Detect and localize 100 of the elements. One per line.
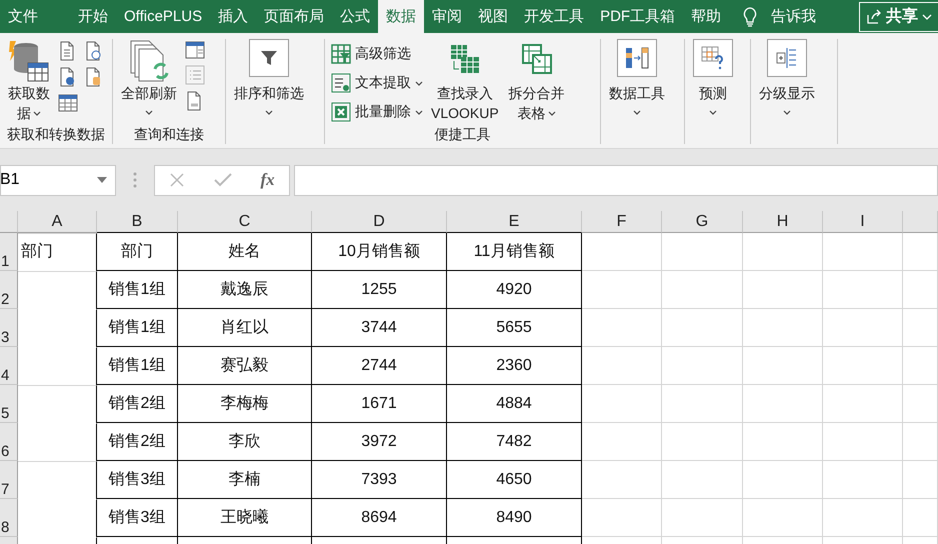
ribbon-button[interactable]: 获取数 据	[6, 39, 52, 126]
ribbon-button[interactable]: 高级筛选	[331, 41, 423, 67]
table-cell: 李梅梅	[178, 385, 312, 423]
column-header[interactable]: G	[662, 211, 743, 233]
empty-cell	[903, 347, 938, 385]
tell-me-search[interactable]: 告诉我	[771, 7, 816, 26]
table-cell: 李欣	[178, 423, 312, 461]
ribbon-button[interactable]: 全部刷新	[119, 39, 179, 126]
column-header[interactable]: E	[447, 211, 582, 233]
row-header[interactable]: 2	[0, 271, 18, 309]
ribbon-button[interactable]: 分级显示	[757, 39, 817, 126]
column-header[interactable]: I	[823, 211, 903, 233]
empty-cell	[903, 499, 938, 537]
table-icon[interactable]	[58, 93, 78, 113]
text-extract-icon	[331, 73, 351, 93]
table-cell: 4920	[447, 271, 582, 309]
table-cell: 10月销售额	[312, 233, 447, 271]
ribbon-tab[interactable]: 文件	[0, 0, 46, 33]
column-header[interactable]: A	[18, 211, 97, 233]
column-header[interactable]: C	[178, 211, 312, 233]
table-cell: 2744	[312, 347, 447, 385]
table-cell: 5655	[447, 309, 582, 347]
empty-cell	[903, 385, 938, 423]
forecast-grid-icon	[693, 39, 733, 77]
table-cell: 4650	[447, 461, 582, 499]
table-cell: 4884	[447, 385, 582, 423]
table-cell: 李楠	[178, 461, 312, 499]
ribbon-tab[interactable]: 插入	[210, 0, 256, 33]
ribbon-tab[interactable]: 数据	[378, 0, 424, 33]
document-database-icon[interactable]	[84, 67, 102, 87]
row-header[interactable]: 4	[0, 347, 18, 385]
split-table-icon	[520, 43, 553, 75]
ribbon-button[interactable]: 拆分合并 表格	[506, 39, 567, 126]
table-cell: 销售3组	[97, 499, 178, 537]
table-cell: 姓名	[178, 233, 312, 271]
column-header[interactable]: H	[743, 211, 823, 233]
column-header[interactable]: D	[312, 211, 447, 233]
table-cell: 2360	[447, 347, 582, 385]
table-cell: 8490	[447, 499, 582, 537]
row-header[interactable]: 7	[0, 461, 18, 499]
table-cell: 部门	[97, 233, 178, 271]
table-cell: 销售2组	[97, 385, 178, 423]
outline-icon	[767, 39, 807, 77]
ribbon-tab[interactable]: 公式	[332, 0, 378, 33]
empty-cell	[903, 309, 938, 347]
table-cell: 肖红以	[178, 309, 312, 347]
lookup-table-icon	[448, 43, 481, 75]
ribbon-tab[interactable]: 开发工具	[516, 0, 592, 33]
table-cell: 销售1组	[97, 271, 178, 309]
table-cell: 1671	[312, 385, 447, 423]
grid-filter-icon	[331, 44, 351, 64]
ribbon-tab[interactable]: 开始	[70, 0, 116, 33]
table-cell: 8694	[312, 499, 447, 537]
table-cell: 部门	[18, 233, 97, 271]
table-cell: 赛弘毅	[178, 347, 312, 385]
row-header[interactable]: 8	[0, 499, 18, 537]
filter-icon	[249, 39, 289, 77]
ribbon-button[interactable]: 文本提取	[331, 70, 423, 96]
document-icon[interactable]	[58, 41, 76, 61]
row-header[interactable]: 5	[0, 385, 18, 423]
ribbon-tab[interactable]: 帮助	[683, 0, 730, 33]
group-label: 查询和连接	[133, 126, 205, 144]
lightbulb-icon[interactable]	[743, 6, 758, 26]
column-header[interactable]: B	[97, 211, 178, 233]
ribbon-tab[interactable]: OfficePLUS	[116, 0, 210, 33]
table-cell: 7393	[312, 461, 447, 499]
share-button[interactable]: 共享	[859, 2, 938, 32]
table-cell: 销售3组	[97, 461, 178, 499]
empty-cell	[903, 423, 938, 461]
empty-cell	[903, 271, 938, 309]
table-cell: 1255	[312, 271, 447, 309]
column-header[interactable]: F	[582, 211, 662, 233]
table-cell: 销售1组	[97, 309, 178, 347]
ribbon-tab[interactable]: 页面布局	[256, 0, 332, 33]
grip-icon	[133, 172, 137, 188]
share-icon	[866, 8, 882, 24]
window-icon[interactable]	[185, 41, 205, 59]
ribbon-tab[interactable]: PDF工具箱	[592, 0, 684, 33]
empty-cell	[903, 461, 938, 499]
table-cell: 销售1组	[97, 347, 178, 385]
row-header[interactable]: 6	[0, 423, 18, 461]
table-cell: 王晓曦	[178, 499, 312, 537]
delete-box-icon	[331, 102, 351, 122]
ribbon-button[interactable]: 查找录入 VLOOKUP	[429, 39, 501, 126]
ribbon-button[interactable]: 数据工具	[607, 39, 667, 126]
ribbon-tab[interactable]: 视图	[470, 0, 516, 33]
row-header[interactable]: 1	[0, 233, 18, 271]
check-icon[interactable]	[214, 173, 232, 187]
table-cell: 戴逸辰	[178, 271, 312, 309]
table-cell: 11月销售额	[447, 233, 582, 271]
ribbon-button[interactable]: 批量删除	[331, 99, 423, 125]
group-label: 便捷工具	[434, 126, 492, 144]
ribbon-tab[interactable]: 审阅	[424, 0, 470, 33]
ribbon-button[interactable]: 预测	[691, 39, 735, 126]
table-cell: 销售2组	[97, 423, 178, 461]
insert-function-button[interactable]: fx	[260, 170, 275, 190]
formula-input[interactable]	[294, 164, 938, 196]
row-header[interactable]: 3	[0, 309, 18, 347]
name-box[interactable]: B1	[0, 164, 116, 196]
ribbon-button[interactable]: 排序和筛选	[232, 39, 306, 126]
